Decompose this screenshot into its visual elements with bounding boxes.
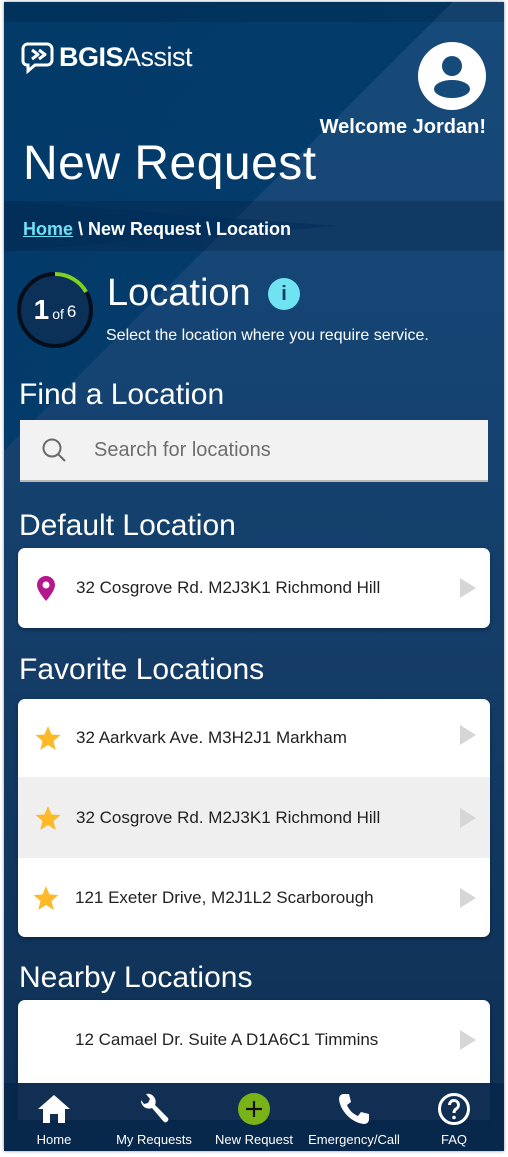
chevron-right-icon [460, 725, 476, 745]
home-icon [38, 1095, 70, 1123]
location-address: 32 Cosgrove Rd. M2J3K1 Richmond Hill [76, 807, 381, 827]
breadcrumb-trail: \ New Request \ Location [73, 219, 292, 239]
favorite-location-item[interactable]: 121 Exeter Drive, M2J1L2 Scarborough [18, 858, 490, 937]
welcome-message: Welcome Jordan! [319, 116, 486, 138]
search-input[interactable] [94, 438, 454, 462]
phone-icon [339, 1094, 369, 1124]
chevron-right-icon [460, 578, 476, 598]
logo-text: BGISAssist [59, 41, 193, 73]
logo-bold: BGIS [59, 41, 124, 72]
step-current: 1 [33, 294, 50, 325]
user-avatar-icon[interactable] [418, 42, 486, 110]
chat-arrow-logo-icon [21, 42, 54, 74]
chevron-right-icon [460, 1030, 476, 1050]
favorite-locations-card: 32 Aarkvark Ave. M3H2J1 Markham 32 Cosgr… [18, 699, 490, 937]
nav-label: My Requests [116, 1132, 192, 1147]
status-bar-band [4, 2, 504, 22]
page-title: New Request [23, 137, 317, 190]
default-location-heading: Default Location [19, 509, 236, 542]
location-address: 32 Cosgrove Rd. M2J3K1 Richmond Hill [76, 578, 381, 597]
bottom-nav: Home My Requests New Request Emergency/C… [4, 1083, 504, 1151]
favorite-location-item[interactable]: 32 Aarkvark Ave. M3H2J1 Markham [18, 699, 490, 777]
default-location-card: 32 Cosgrove Rd. M2J3K1 Richmond Hill [18, 548, 490, 628]
star-icon [35, 726, 61, 750]
nav-label: Emergency/Call [308, 1132, 400, 1147]
nav-label: FAQ [440, 1132, 467, 1147]
favorite-location-item[interactable]: 32 Cosgrove Rd. M2J3K1 Richmond Hill [18, 777, 490, 858]
star-icon [35, 805, 61, 830]
nav-my-requests[interactable]: My Requests [104, 1083, 204, 1151]
chevron-right-icon [460, 807, 476, 828]
search-icon [42, 438, 66, 462]
nav-emergency-call[interactable]: Emergency/Call [304, 1083, 404, 1151]
app-screen: BGISAssist Welcome Jordan! New Request H… [4, 2, 504, 1151]
favorite-locations-heading: Favorite Locations [19, 653, 265, 686]
breadcrumb: Home \ New Request \ Location [23, 219, 291, 240]
wrench-icon [140, 1093, 169, 1123]
nav-label: Home [36, 1132, 72, 1147]
step-total: 6 [66, 302, 77, 321]
chevron-right-icon [460, 887, 476, 908]
step-of: of [52, 306, 64, 322]
nav-faq[interactable]: FAQ [404, 1083, 504, 1151]
app-logo[interactable]: BGISAssist [21, 40, 193, 74]
nav-home[interactable]: Home [4, 1083, 104, 1151]
location-address: 12 Camael Dr. Suite A D1A6C1 Timmins [75, 1030, 379, 1049]
step-description: Select the location where you require se… [106, 327, 429, 344]
info-icon[interactable]: i [268, 278, 300, 310]
find-location-heading: Find a Location [19, 378, 225, 411]
nav-new-request[interactable]: New Request [204, 1083, 304, 1151]
default-location-item[interactable]: 32 Cosgrove Rd. M2J3K1 Richmond Hill [18, 548, 490, 628]
location-address: 32 Aarkvark Ave. M3H2J1 Markham [76, 728, 347, 747]
logo-light: Assist [123, 41, 193, 72]
location-address: 121 Exeter Drive, M2J1L2 Scarborough [75, 887, 374, 907]
nearby-location-item[interactable]: 12 Camael Dr. Suite A D1A6C1 Timmins [18, 1000, 490, 1080]
breadcrumb-home-link[interactable]: Home [23, 219, 73, 239]
nav-label: New Request [214, 1132, 294, 1147]
plus-circle-icon [238, 1093, 270, 1125]
help-circle-icon [438, 1093, 470, 1125]
location-search-box[interactable] [20, 420, 488, 482]
star-icon [33, 885, 59, 910]
nearby-locations-heading: Nearby Locations [19, 961, 253, 994]
step-title: Location [107, 272, 251, 314]
step-counter: 1 of 6 [16, 271, 94, 349]
map-pin-icon [37, 576, 55, 601]
